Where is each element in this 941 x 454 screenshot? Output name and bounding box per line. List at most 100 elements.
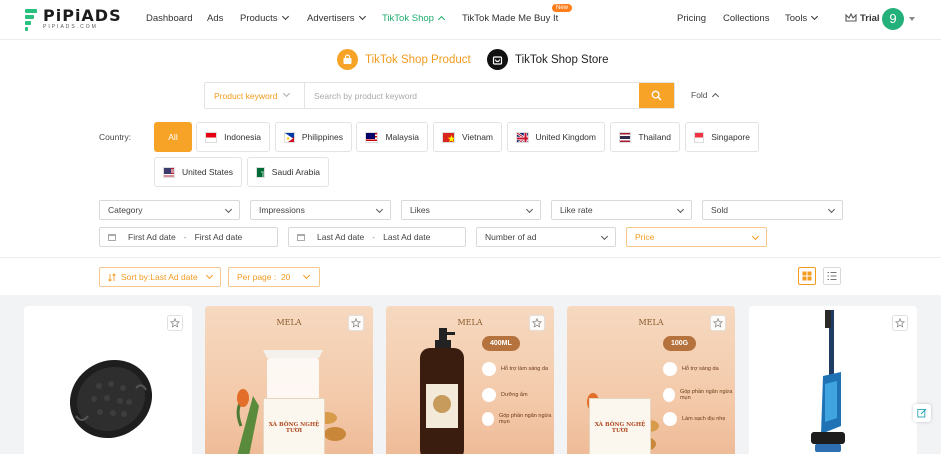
chevron-up-icon <box>711 92 719 101</box>
trial-label[interactable]: Trial <box>860 13 880 24</box>
nav-tiktok-shop[interactable]: TikTok Shop <box>382 13 445 24</box>
first-ad-date-start[interactable]: First Ad date <box>128 232 176 242</box>
product-card[interactable] <box>749 306 917 454</box>
caret-down-icon[interactable] <box>909 17 915 21</box>
results-grid: MELA XÀ BÔNG NGHỆ TƯƠI MELA 400ML Hỗ trợ <box>0 295 941 454</box>
size-badge: 400ML <box>482 336 520 351</box>
nav-products[interactable]: Products <box>240 12 289 24</box>
like-rate-select[interactable]: Like rate <box>551 200 692 220</box>
number-of-ad-select[interactable]: Number of ad <box>476 227 616 247</box>
favorite-star-button[interactable] <box>348 315 364 331</box>
favorite-star-button[interactable] <box>710 315 726 331</box>
calendar-icon <box>297 233 305 241</box>
fold-toggle[interactable]: Fold <box>691 90 719 101</box>
search-input[interactable] <box>305 83 639 108</box>
nav-pricing[interactable]: Pricing <box>677 13 706 24</box>
price-select[interactable]: Price <box>626 227 767 247</box>
logo-icon <box>25 8 39 31</box>
soap-name: XÀ BÔNG NGHỆ TƯƠI <box>268 422 320 435</box>
country-all[interactable]: All <box>154 122 192 152</box>
country-vietnam[interactable]: Vietnam <box>433 122 502 152</box>
country-united-states[interactable]: United States <box>154 157 242 187</box>
category-select[interactable]: Category <box>99 200 240 220</box>
chevron-down-icon <box>224 205 233 213</box>
search-icon <box>651 90 662 101</box>
product-card[interactable] <box>24 306 192 454</box>
benefit-item: Hỗ trợ làm sáng da <box>482 362 548 376</box>
product-card[interactable]: MELA 400ML Hỗ trợ làm sáng da Dưỡng ẩm G… <box>386 306 554 454</box>
product-card[interactable]: MELA XÀ BÔNG NGHỆ TƯƠI <box>205 306 373 454</box>
chevron-down-icon <box>676 205 685 213</box>
chevron-down-icon <box>205 271 213 279</box>
last-ad-date-end[interactable]: Last Ad date <box>383 232 430 242</box>
grid-view-button[interactable] <box>798 267 816 285</box>
crown-icon <box>845 13 857 22</box>
tiktok-shop-product-tab[interactable]: TikTok Shop Product <box>337 49 471 70</box>
nav-tools[interactable]: Tools <box>785 12 819 24</box>
tiktok-shop-store-label: TikTok Shop Store <box>515 53 609 66</box>
country-united-kingdom[interactable]: United Kingdom <box>507 122 605 152</box>
tiktok-shop-product-label: TikTok Shop Product <box>365 53 471 66</box>
edit-icon <box>917 408 927 418</box>
country-singapore[interactable]: Singapore <box>685 122 759 152</box>
favorite-star-button[interactable] <box>167 315 183 331</box>
search-button[interactable] <box>639 83 674 108</box>
nav-collections[interactable]: Collections <box>723 13 769 24</box>
sort-toolbar: Sort by:Last Ad date Per page : 20 <box>0 257 941 295</box>
benefit-item: Làm sạch dịu nhẹ <box>663 412 725 426</box>
vietnam-flag-icon <box>442 131 455 143</box>
star-icon <box>351 318 361 328</box>
benefit-item: Góp phần ngăn ngừa mụn <box>663 388 735 402</box>
indonesia-flag-icon <box>205 131 218 143</box>
weight-badge: 100G <box>663 336 697 351</box>
per-page-select[interactable]: Per page : 20 <box>228 267 320 287</box>
likes-select[interactable]: Likes <box>401 200 541 220</box>
nav-ads[interactable]: Ads <box>207 13 223 24</box>
country-label: Country: <box>99 132 132 142</box>
first-ad-date-end[interactable]: First Ad date <box>195 232 243 242</box>
impressions-select[interactable]: Impressions <box>250 200 391 220</box>
search-bar: Product keyword <box>204 82 675 109</box>
nav-advertisers[interactable]: Advertisers <box>307 12 366 24</box>
list-view-button[interactable] <box>823 267 841 285</box>
chevron-down-icon <box>303 271 311 279</box>
country-philippines[interactable]: Philippines <box>275 122 352 152</box>
shop-bag-icon <box>337 49 358 70</box>
chevron-down-icon <box>811 12 819 21</box>
sort-by-select[interactable]: Sort by:Last Ad date <box>99 267 221 287</box>
last-ad-date-range[interactable]: Last Ad date - Last Ad date <box>288 227 466 247</box>
tiktok-shop-store-tab[interactable]: TikTok Shop Store <box>487 49 609 70</box>
sold-select[interactable]: Sold <box>702 200 843 220</box>
first-ad-date-range[interactable]: First Ad date - First Ad date <box>99 227 278 247</box>
country-indonesia[interactable]: Indonesia <box>196 122 270 152</box>
chevron-down-icon <box>827 205 836 213</box>
benefit-item: Dưỡng ẩm <box>482 388 528 402</box>
last-ad-date-start[interactable]: Last Ad date <box>317 232 364 242</box>
chevron-down-icon <box>600 232 609 240</box>
calendar-icon <box>108 233 116 241</box>
benefit-item: Hỗ trợ sáng da <box>663 362 719 376</box>
feedback-edit-button[interactable] <box>913 404 931 422</box>
store-icon <box>487 49 508 70</box>
country-thailand[interactable]: Thailand <box>610 122 680 152</box>
favorite-star-button[interactable] <box>892 315 908 331</box>
logo[interactable]: PiPiADS PIPIADS.COM <box>25 8 122 31</box>
product-card[interactable]: MELA XÀ BÔNG NGHỆ TƯƠI 100G Hỗ trợ sáng … <box>567 306 735 454</box>
logo-subtitle: PIPIADS.COM <box>43 24 98 30</box>
chevron-down-icon <box>375 205 384 213</box>
philippines-flag-icon <box>284 131 295 143</box>
star-icon <box>532 318 542 328</box>
country-saudi-arabia[interactable]: Saudi Arabia <box>247 157 329 187</box>
star-icon <box>895 318 905 328</box>
avatar[interactable]: 9 <box>882 8 904 30</box>
chevron-down-icon <box>281 12 289 21</box>
list-icon <box>827 272 837 280</box>
nav-tiktok-made-me-buy-it[interactable]: TikTok Made Me Buy It <box>462 13 558 24</box>
nav-dashboard[interactable]: Dashboard <box>146 13 192 24</box>
search-type-select[interactable]: Product keyword <box>205 83 305 108</box>
favorite-star-button[interactable] <box>529 315 545 331</box>
malaysia-flag-icon <box>365 131 379 143</box>
saudi-arabia-flag-icon <box>256 166 265 178</box>
uk-flag-icon <box>516 131 529 143</box>
country-malaysia[interactable]: Malaysia <box>356 122 428 152</box>
